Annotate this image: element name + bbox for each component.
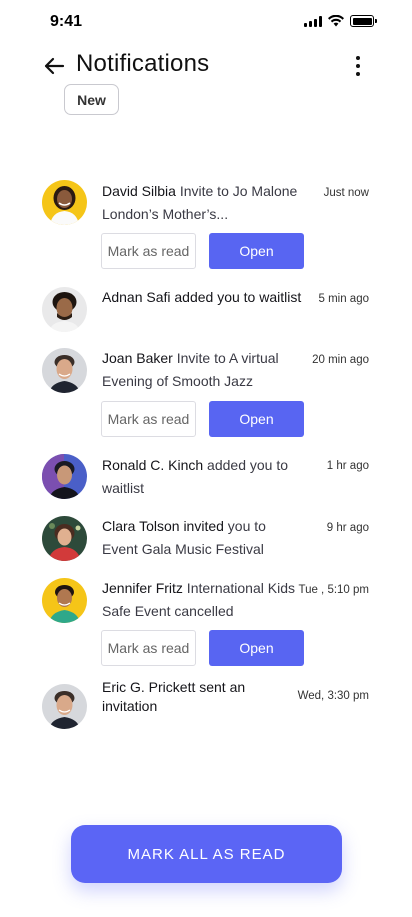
avatar (42, 348, 87, 393)
notification-text: Joan Baker Invite to A virtual Evening o… (102, 347, 302, 393)
page-title: Notifications (76, 50, 210, 77)
avatar (42, 287, 87, 332)
more-vertical-icon[interactable] (344, 52, 372, 80)
avatar (42, 454, 87, 499)
open-button[interactable]: Open (209, 630, 304, 666)
wifi-icon (328, 15, 344, 27)
notification-sender: Clara Tolson invited (102, 518, 224, 534)
notification-time: 9 hr ago (326, 522, 369, 534)
notification-text: Jennifer Fritz International Kids Safe E… (102, 577, 302, 623)
notification-time: Just now (323, 187, 369, 199)
signal-icon (304, 15, 322, 27)
notification-sender: Ronald C. Kinch (102, 457, 204, 473)
notification-text: Adnan Safi added you to waitlist (102, 289, 302, 306)
mark-as-read-button[interactable]: Mark as read (101, 233, 196, 269)
notification-sender: Joan Baker (102, 350, 173, 366)
notification-time: 1 hr ago (326, 460, 369, 472)
notification-text: David Silbia Invite to Jo Malone London’… (102, 180, 302, 226)
mark-all-as-read-button[interactable]: MARK ALL AS READ (71, 825, 342, 883)
notification-text: Eric G. Prickett sent an invitation (102, 678, 292, 716)
status-bar: 9:41 (0, 0, 412, 44)
back-arrow-icon (44, 57, 65, 75)
avatar (42, 684, 87, 729)
header: Notifications (0, 46, 412, 86)
mark-as-read-button[interactable]: Mark as read (101, 401, 196, 437)
open-button[interactable]: Open (209, 233, 304, 269)
status-icons (304, 15, 377, 27)
notification-sender: David Silbia (102, 183, 176, 199)
mark-as-read-button[interactable]: Mark as read (101, 630, 196, 666)
avatar (42, 180, 87, 225)
notification-sender: Jennifer Fritz (102, 580, 183, 596)
status-time: 9:41 (50, 13, 83, 30)
notification-time: Wed, 3:30 pm (297, 690, 369, 702)
avatar (42, 578, 87, 623)
notification-time: 20 min ago (312, 354, 369, 366)
open-button[interactable]: Open (209, 401, 304, 437)
notification-text: Clara Tolson invited you to Event Gala M… (102, 515, 302, 561)
filter-chip-new[interactable]: New (64, 84, 119, 115)
notification-sender: Adnan Safi added you to waitlist (102, 289, 302, 305)
notification-time: Tue , 5:10 pm (298, 584, 369, 596)
back-button[interactable] (40, 52, 68, 80)
notification-text: Ronald C. Kinch added you to waitlist (102, 454, 302, 500)
notification-sender: Eric G. Prickett sent an invitation (102, 679, 246, 714)
notification-time: 5 min ago (318, 293, 369, 305)
avatar (42, 516, 87, 561)
battery-icon (350, 15, 377, 27)
